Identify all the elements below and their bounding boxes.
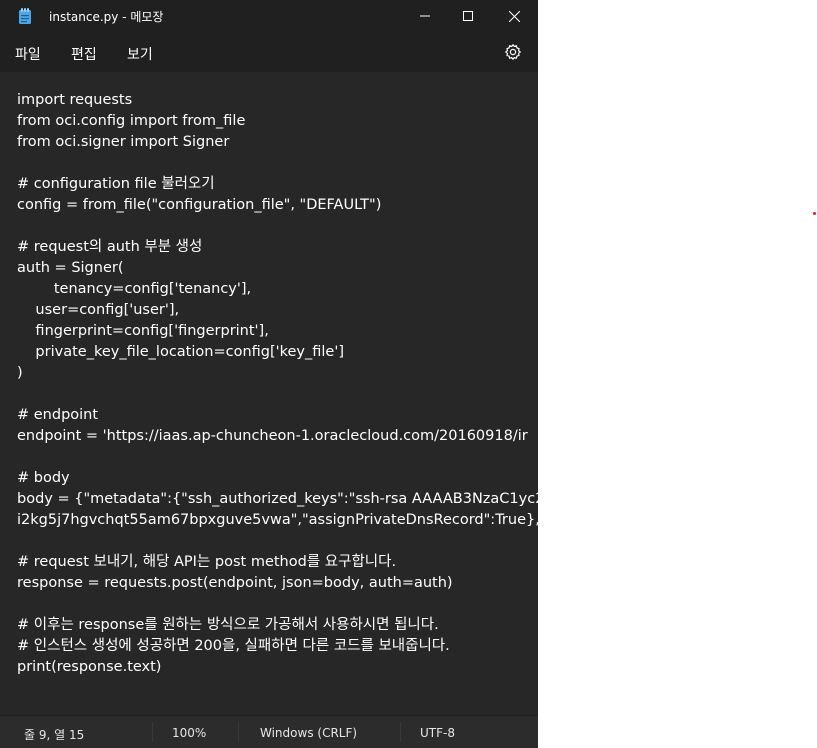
title-bar[interactable]: instance.py - 메모장 [0, 0, 538, 32]
text-editor[interactable]: import requests from oci.config import f… [0, 72, 538, 715]
code-line: # request 보내기, 해당 API는 post method를 요구합니… [17, 554, 397, 570]
gear-icon[interactable] [504, 43, 522, 61]
notepad-window: instance.py - 메모장 파일 편집 보기 import reques… [0, 0, 538, 748]
maximize-button[interactable] [445, 0, 491, 32]
zoom-level[interactable]: 100% [172, 726, 206, 740]
encoding[interactable]: UTF-8 [420, 726, 455, 740]
minimize-button[interactable] [402, 0, 448, 32]
code-line: auth = Signer( [17, 260, 124, 276]
code-line: config = from_file("configuration_file",… [17, 197, 382, 213]
red-dot-marker [813, 212, 816, 215]
notepad-icon [19, 8, 31, 24]
code-line: body = {"metadata":{"ssh_authorized_keys… [17, 491, 538, 507]
code-line: # configuration file 불러오기 [17, 176, 215, 192]
code-line: tenancy=config['tenancy'], [17, 281, 252, 297]
code-line: user=config['user'], [17, 302, 180, 318]
code-line: fingerprint=config['fingerprint'], [17, 323, 269, 339]
code-line: print(response.text) [17, 659, 162, 675]
status-divider [238, 722, 239, 742]
code-line: # 이후는 response를 원하는 방식으로 가공해서 사용하시면 됩니다. [17, 617, 439, 633]
status-bar: 줄 9, 열 15 100% Windows (CRLF) UTF-8 [0, 715, 538, 748]
cursor-position: 줄 9, 열 15 [24, 728, 85, 742]
minimize-icon [420, 15, 430, 17]
line-ending[interactable]: Windows (CRLF) [260, 726, 357, 740]
code-line: # request의 auth 부분 생성 [17, 239, 203, 255]
menu-edit[interactable]: 편집 [71, 44, 97, 64]
menu-file[interactable]: 파일 [15, 44, 41, 64]
code-line: ) [17, 365, 23, 381]
close-button[interactable] [491, 0, 537, 32]
code-line: import requests [17, 92, 133, 108]
code-line: response = requests.post(endpoint, json=… [17, 575, 453, 591]
close-icon [508, 10, 520, 22]
maximize-icon [463, 11, 473, 21]
status-divider [152, 722, 153, 742]
code-line: from oci.config import from_file [17, 113, 246, 129]
status-divider [400, 722, 401, 742]
menu-bar: 파일 편집 보기 [0, 32, 538, 72]
code-line: from oci.signer import Signer [17, 134, 230, 150]
window-title: instance.py - 메모장 [49, 10, 164, 24]
code-line: # body [17, 470, 70, 486]
code-line: # endpoint [17, 407, 99, 423]
code-line: private_key_file_location=config['key_fi… [17, 344, 344, 360]
menu-view[interactable]: 보기 [127, 44, 153, 64]
code-line: endpoint = 'https://iaas.ap-chuncheon-1.… [17, 428, 528, 444]
code-line: i2kg5j7hgvchqt55am67bpxguve5vwa","assign… [17, 512, 538, 528]
code-line: # 인스턴스 생성에 성공하면 200을, 실패하면 다른 코드를 보내줍니다. [17, 638, 450, 654]
